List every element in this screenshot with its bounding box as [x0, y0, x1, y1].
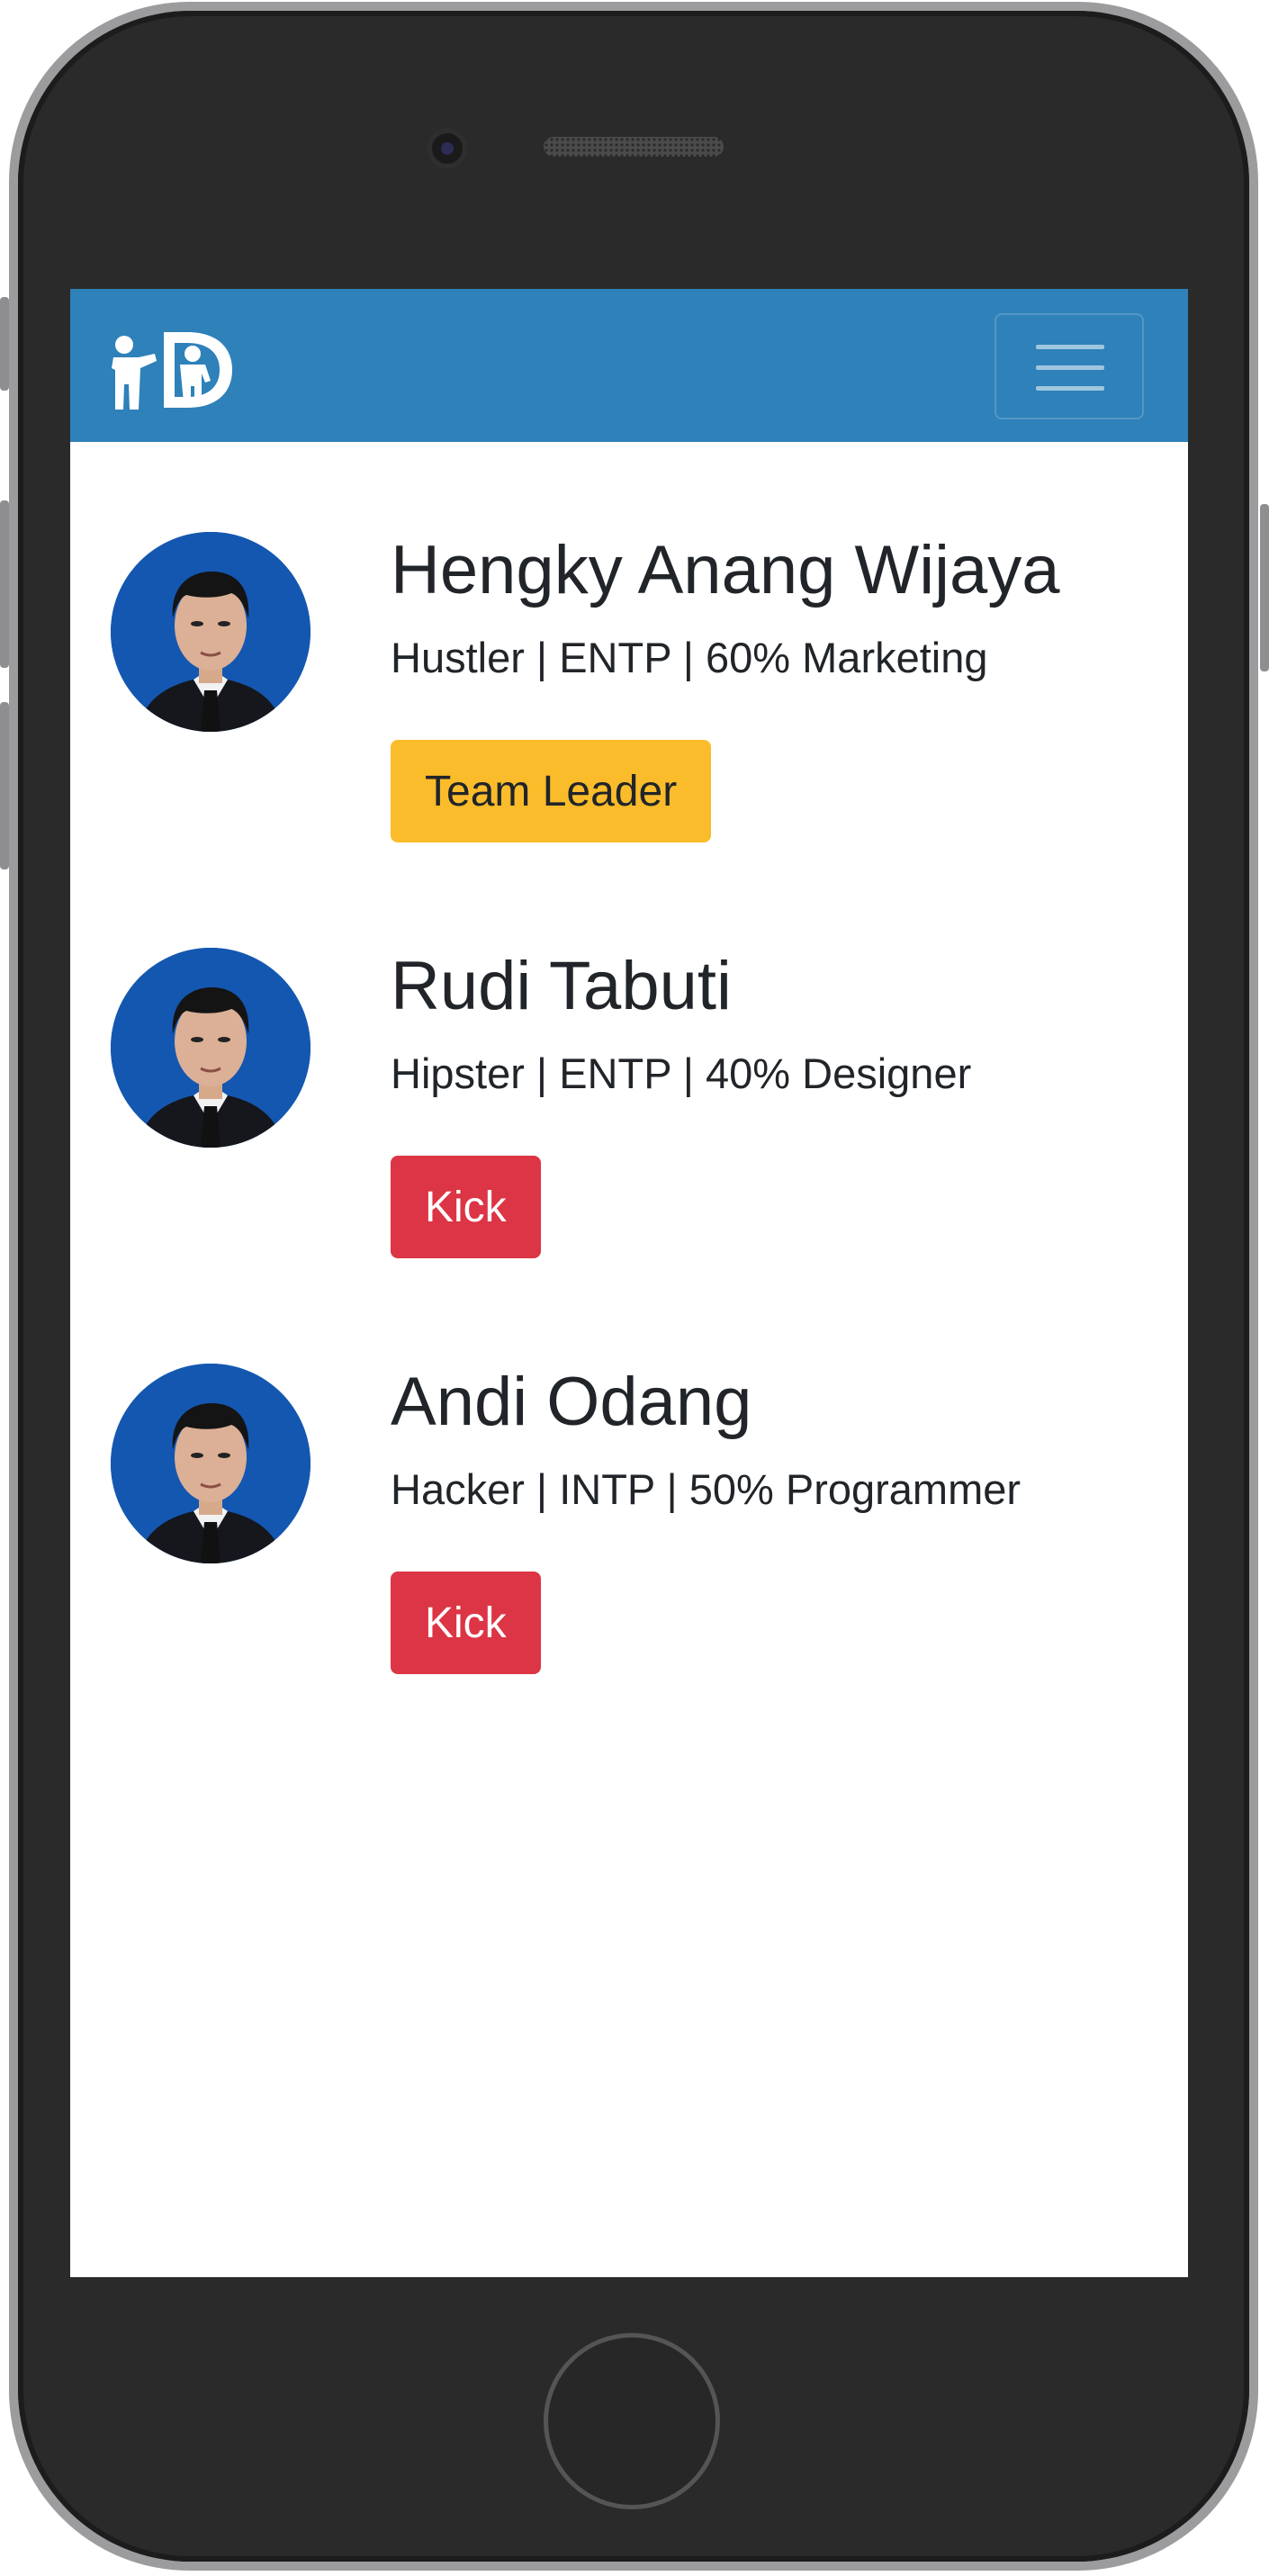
member-details: Hustler | ENTP | 60% Marketing	[391, 634, 988, 681]
home-button[interactable]	[544, 2333, 720, 2509]
side-button-volume-up	[0, 500, 9, 668]
avatar	[111, 532, 310, 732]
app-screen: Hengky Anang Wijaya Hustler | ENTP | 60%…	[70, 289, 1188, 2277]
member-card: Hengky Anang Wijaya Hustler | ENTP | 60%…	[70, 532, 1188, 874]
kick-button[interactable]: Kick	[391, 1156, 541, 1258]
brand-logo[interactable]	[112, 327, 234, 410]
member-details: Hipster | ENTP | 40% Designer	[391, 1049, 972, 1097]
member-name: Hengky Anang Wijaya	[391, 532, 1060, 608]
navbar	[70, 289, 1188, 442]
person-photo-icon	[111, 532, 310, 732]
team-leader-button[interactable]: Team Leader	[391, 740, 712, 842]
family-logo-icon	[112, 332, 232, 410]
navbar-toggle-button[interactable]	[994, 313, 1144, 419]
side-button-power	[1260, 504, 1269, 671]
front-camera	[427, 128, 468, 169]
member-card: Rudi Tabuti Hipster | ENTP | 40% Designe…	[70, 948, 1188, 1290]
person-photo-icon	[111, 1364, 310, 1563]
earpiece-speaker	[544, 137, 724, 157]
person-photo-icon	[111, 948, 310, 1148]
member-name: Andi Odang	[391, 1364, 752, 1440]
side-button-volume-down	[0, 702, 9, 869]
member-details: Hacker | INTP | 50% Programmer	[391, 1465, 1022, 1513]
member-card: Andi Odang Hacker | INTP | 50% Programme…	[70, 1364, 1188, 1706]
avatar	[111, 1364, 310, 1563]
avatar	[111, 948, 310, 1148]
member-name: Rudi Tabuti	[391, 948, 732, 1024]
kick-button[interactable]: Kick	[391, 1572, 541, 1674]
side-button-mute	[0, 297, 9, 391]
